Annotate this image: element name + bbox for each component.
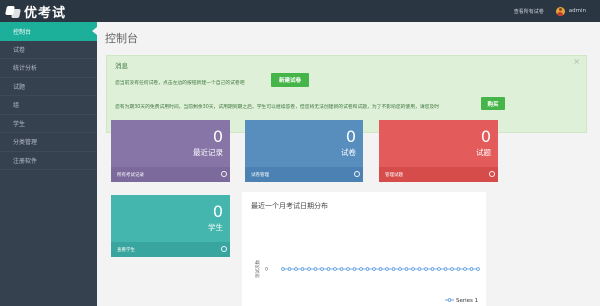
arrow-circle-icon <box>489 171 495 177</box>
close-icon[interactable]: × <box>573 57 580 66</box>
data-point <box>372 267 376 271</box>
y-axis-label: 测试次数 <box>254 260 261 278</box>
data-point <box>476 267 480 271</box>
data-point <box>300 267 305 271</box>
data-point <box>450 267 454 271</box>
buy-button[interactable]: 购买 <box>481 97 505 110</box>
exam-date-chart-panel: 最近一个月考试日期分布 测试次数 0 Series 1 <box>242 192 486 306</box>
sidebar-item-label: 组 <box>13 102 20 110</box>
tile-label: 学生 <box>208 223 223 232</box>
data-point <box>365 267 370 271</box>
sidebar-item-register[interactable]: 注册软件 <box>0 152 97 170</box>
legend-label: Series 1 <box>456 298 478 304</box>
arrow-circle-icon <box>221 171 227 177</box>
sidebar: 控制台 试卷 统计分析 试题 组 学生 分类管理 注册软件 <box>0 22 97 306</box>
logo-icon <box>5 4 21 18</box>
data-point <box>424 267 428 271</box>
alert-text-new-paper: 您当前没有任何试卷，点击左边的按钮新建一个自己的试卷吧 <box>115 81 245 86</box>
exam-date-chart: 测试次数 0 Series 1 <box>254 260 480 304</box>
tile-footer-link[interactable]: 管理试题 <box>379 167 498 182</box>
tile-footer-label: 查看学生 <box>117 247 135 253</box>
user-name[interactable]: admin <box>569 8 586 14</box>
data-point <box>463 267 467 271</box>
data-point <box>346 267 350 271</box>
sidebar-item-statistics[interactable]: 统计分析 <box>0 59 97 78</box>
data-point <box>320 267 324 271</box>
data-point <box>339 267 344 271</box>
sidebar-item-questions[interactable]: 试题 <box>0 78 97 96</box>
data-point <box>287 267 292 271</box>
tile-recent-records[interactable]: 0 最近记录 所有考试记录 <box>111 120 230 182</box>
sidebar-item-label: 学生 <box>13 120 26 128</box>
tile-label: 最近记录 <box>193 148 223 157</box>
main-content: 控制台 消息 × 您当前没有任何试卷，点击左边的按钮新建一个自己的试卷吧 新建试… <box>97 22 600 306</box>
data-point <box>294 267 298 271</box>
new-paper-button[interactable]: 新建试卷 <box>271 73 309 87</box>
tile-count: 0 <box>480 127 491 146</box>
logo-text: 优考试 <box>24 5 67 21</box>
data-point <box>359 267 363 271</box>
tile-questions[interactable]: 0 试题 管理试题 <box>379 120 498 182</box>
sidebar-item-categories[interactable]: 分类管理 <box>0 133 97 152</box>
tile-count: 0 <box>212 127 223 146</box>
tile-students[interactable]: 0 学生 查看学生 <box>111 195 230 257</box>
avatar[interactable] <box>555 6 565 16</box>
view-all-papers-link[interactable]: 查看所有试卷 <box>514 8 544 15</box>
top-bar: 优考试 查看所有试卷 admin <box>0 0 600 22</box>
tile-footer-label: 所有考试记录 <box>117 172 144 178</box>
tile-label: 试卷 <box>341 148 356 157</box>
sidebar-item-students[interactable]: 学生 <box>0 115 97 133</box>
sidebar-item-papers[interactable]: 试卷 <box>0 41 97 59</box>
arrow-circle-icon <box>221 246 227 252</box>
data-point <box>391 267 396 271</box>
sidebar-item-label: 分类管理 <box>13 139 38 147</box>
top-right-menu: 查看所有试卷 admin <box>514 0 586 22</box>
alert-title: 消息 <box>115 62 128 70</box>
data-point <box>437 267 441 271</box>
app-logo[interactable]: 优考试 <box>0 0 97 22</box>
tile-footer-link[interactable]: 所有考试记录 <box>111 167 230 182</box>
arrow-circle-icon <box>354 171 360 177</box>
tile-footer-link[interactable]: 试卷管理 <box>245 167 363 182</box>
tile-papers[interactable]: 0 试卷 试卷管理 <box>245 120 363 182</box>
data-point <box>313 267 318 271</box>
data-point <box>333 267 337 271</box>
sidebar-item-label: 试卷 <box>13 46 26 54</box>
tile-footer-label: 管理试题 <box>385 172 403 178</box>
tile-label: 试题 <box>476 148 491 157</box>
data-point <box>411 267 415 271</box>
data-point <box>417 267 422 271</box>
sidebar-item-label: 统计分析 <box>13 65 38 73</box>
tile-count: 0 <box>345 127 356 146</box>
alert-text-trial: 您有为期30天的免费试用时间，当前剩余30天，试用期到期之后，学生可以继续答卷，… <box>115 105 440 110</box>
data-point <box>456 267 461 271</box>
y-tick-label: 0 <box>265 267 268 273</box>
data-point <box>398 267 402 271</box>
data-point <box>430 267 435 271</box>
sidebar-item-dashboard[interactable]: 控制台 <box>0 22 97 41</box>
data-point <box>326 267 331 271</box>
sidebar-item-groups[interactable]: 组 <box>0 96 97 115</box>
page-title: 控制台 <box>105 32 138 45</box>
data-point <box>352 267 357 271</box>
sidebar-item-label: 注册软件 <box>13 157 38 165</box>
data-point <box>404 267 409 271</box>
sidebar-item-label: 试题 <box>13 83 26 91</box>
tile-footer-label: 试卷管理 <box>251 172 269 178</box>
data-point <box>378 267 383 271</box>
data-point <box>281 267 285 271</box>
data-point <box>443 267 448 271</box>
data-point <box>469 267 474 271</box>
data-point <box>307 267 311 271</box>
legend-marker <box>447 298 452 302</box>
tile-count: 0 <box>212 202 223 221</box>
sidebar-item-label: 控制台 <box>13 28 32 36</box>
data-point <box>385 267 389 271</box>
tile-footer-link[interactable]: 查看学生 <box>111 242 230 257</box>
